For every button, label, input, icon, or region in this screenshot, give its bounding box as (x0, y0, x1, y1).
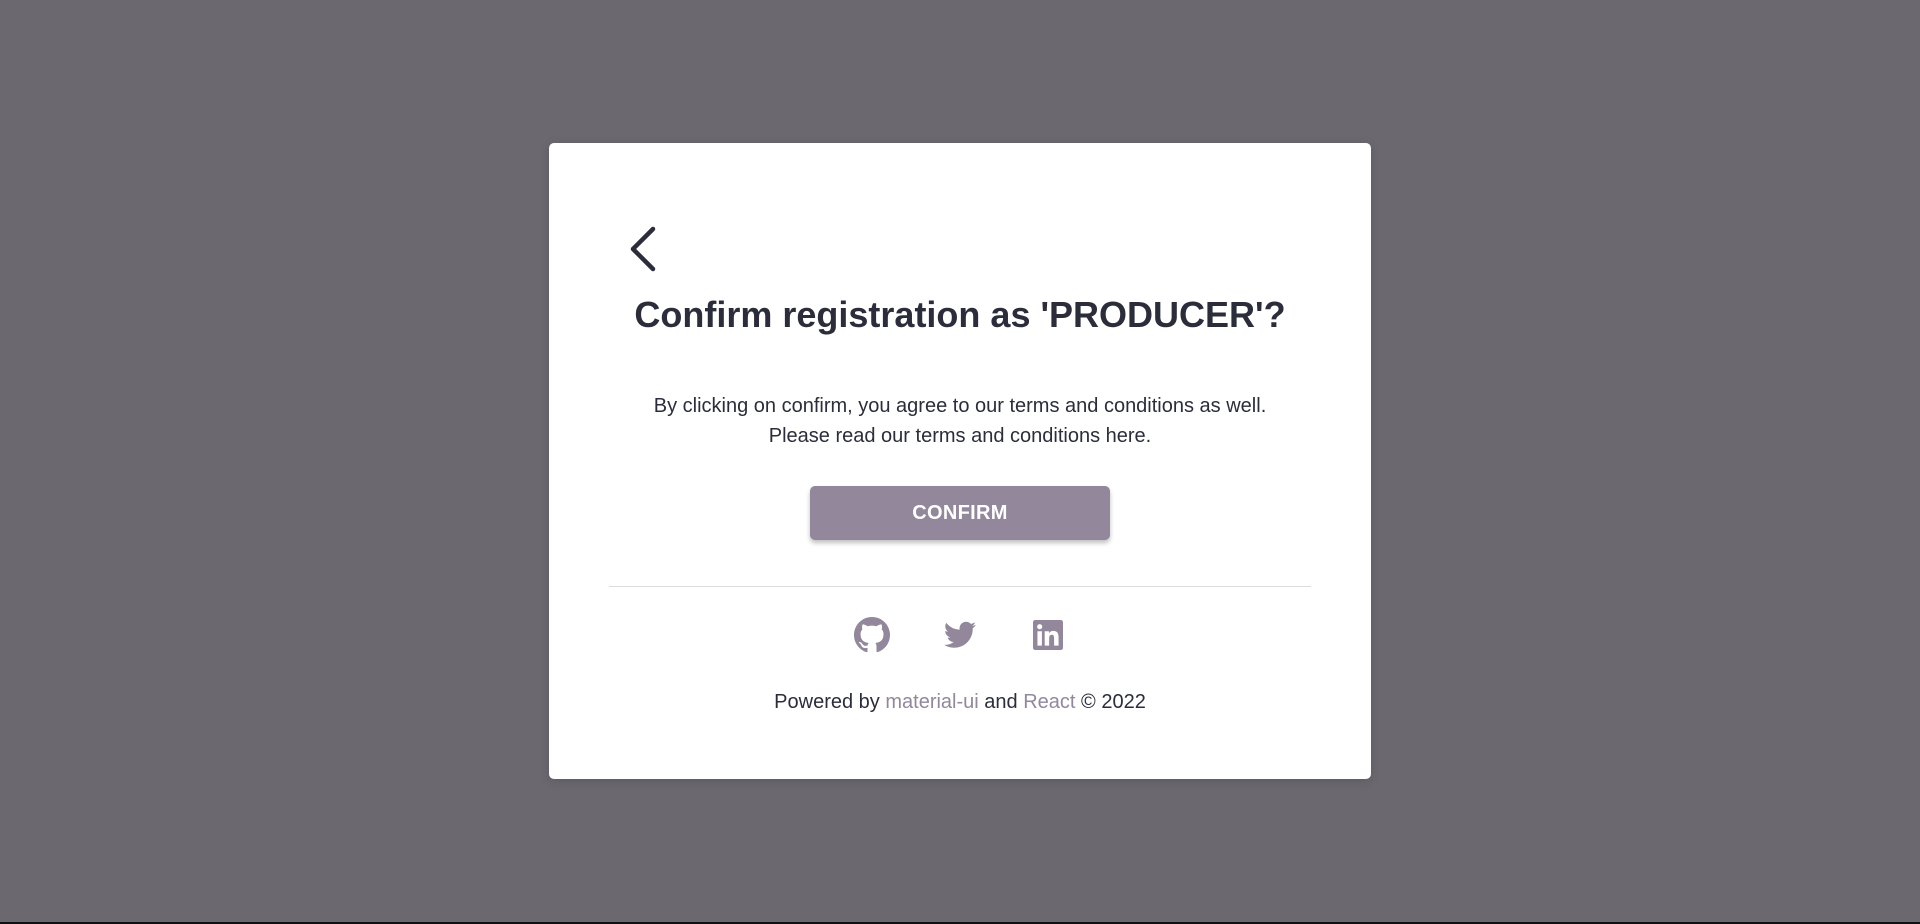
chevron-left-icon (630, 226, 656, 272)
footer-prefix: Powered by (774, 691, 880, 713)
linkedin-icon (1033, 620, 1063, 650)
footer-copyright: © 2022 (1081, 691, 1146, 713)
dialog-title: Confirm registration as 'PRODUCER'? (634, 294, 1286, 335)
footer-credits: Powered by material-ui and React © 2022 (549, 691, 1371, 714)
twitter-link[interactable] (942, 615, 978, 655)
divider (609, 586, 1311, 587)
footer-middle: and (984, 691, 1018, 713)
confirm-dialog: Confirm registration as 'PRODUCER'? By c… (549, 143, 1371, 779)
github-icon (854, 617, 890, 653)
react-link[interactable]: React (1023, 691, 1075, 713)
linkedin-link[interactable] (1030, 615, 1066, 655)
description-line-2: Please read our terms and conditions her… (768, 425, 1152, 447)
github-link[interactable] (854, 615, 890, 655)
dialog-description: By clicking on confirm, you agree to our… (549, 391, 1371, 451)
material-ui-link[interactable]: material-ui (885, 691, 978, 713)
description-line-1: By clicking on confirm, you agree to our… (653, 395, 1267, 417)
confirm-button[interactable]: CONFIRM (810, 486, 1110, 540)
twitter-icon (944, 621, 976, 648)
social-links (549, 615, 1371, 655)
back-button[interactable] (618, 223, 666, 275)
